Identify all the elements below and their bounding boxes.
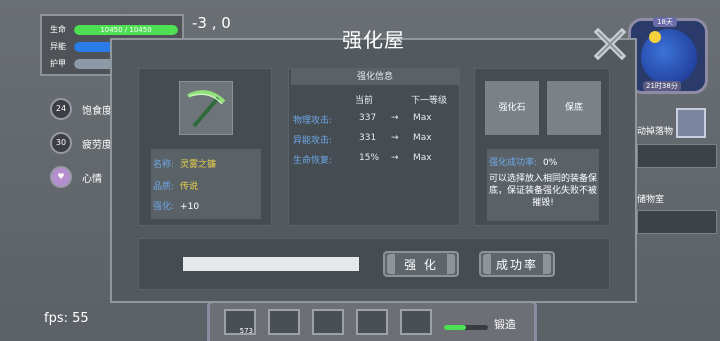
item-name-key: 名称: — [153, 160, 175, 170]
slot-count: 573 — [239, 327, 253, 335]
close-icon[interactable] — [592, 26, 628, 62]
hunger-label: 饱食度 — [82, 106, 112, 117]
enhance-stone-slot[interactable]: 强化石 — [485, 81, 539, 135]
fatigue-icon: 30 — [50, 132, 72, 154]
item-name-row: 名称: 灵雾之镰 — [153, 157, 216, 170]
enhance-dialog: 强化屋 名称: 灵雾之镰 品质: 传说 强化: +10 强化信息 当前 下一等级 物理… — [110, 28, 637, 303]
stat-key: 生命恢复: — [293, 156, 333, 166]
armor-label: 护甲 — [50, 59, 66, 68]
hotbar-green-bar — [444, 325, 488, 330]
day-counter: 18天 — [653, 17, 677, 27]
enhance-info-panel: 强化信息 当前 下一等级 物理攻击: 337 → Max 异能攻击: 331 →… — [288, 68, 460, 226]
mood-label: 心情 — [82, 174, 102, 185]
stat-current: 337 — [359, 113, 377, 123]
storage-slots[interactable] — [637, 210, 717, 234]
hotbar-slot-3[interactable] — [312, 309, 344, 335]
time-readout: 21时38分 — [643, 81, 681, 91]
enhance-progress-bar — [183, 257, 359, 271]
stat-row: 异能攻击: 331 → Max — [293, 133, 459, 147]
item-name: 灵雾之镰 — [180, 160, 217, 170]
drop-slots[interactable] — [637, 144, 717, 168]
item-quality: 传说 — [180, 182, 199, 192]
guarantee-slot[interactable]: 保底 — [547, 81, 601, 135]
hotbar-slot-2[interactable] — [268, 309, 300, 335]
stat-key: 异能攻击: — [293, 136, 333, 146]
stat-row: 生命恢复: 15% → Max — [293, 153, 459, 167]
forge-label[interactable]: 锻造 — [494, 316, 516, 332]
stat-next: Max — [413, 113, 432, 123]
scythe-icon[interactable] — [179, 81, 233, 135]
success-rate-key: 强化成功率: — [489, 158, 538, 168]
col-current: 当前 — [355, 96, 374, 106]
fps-counter: fps: 55 — [44, 311, 89, 326]
enhance-button[interactable]: 强 化 — [383, 251, 459, 277]
hunger-icon: 24 — [50, 98, 72, 120]
fatigue-label: 疲劳度 — [82, 140, 112, 151]
stat-next: Max — [413, 133, 432, 143]
hotbar-slot-5[interactable] — [400, 309, 432, 335]
stat-key: 物理攻击: — [293, 116, 333, 126]
item-info-panel: 名称: 灵雾之镰 品质: 传说 强化: +10 — [151, 149, 261, 219]
dialog-title: 强化屋 — [342, 28, 405, 52]
day-night-clock: 18天 21时38分 — [628, 17, 708, 94]
guarantee-note: 可以选择放入相同的装备保底，保证装备强化失败不被摧毁! — [489, 174, 598, 208]
equipment-panel: 名称: 灵雾之镰 品质: 传说 强化: +10 — [138, 68, 272, 226]
stat-next: Max — [413, 153, 432, 163]
materials-panel: 强化石 保底 强化成功率: 0% 可以选择放入相同的装备保底，保证装备强化失败不被… — [474, 68, 610, 226]
arrow-icon: → — [391, 113, 399, 123]
enhance-info-header: 强化信息 — [291, 69, 459, 85]
item-quality-row: 品质: 传说 — [153, 179, 198, 192]
item-enhance-level: +10 — [180, 202, 200, 212]
item-quality-key: 品质: — [153, 182, 175, 192]
energy-label: 异能 — [50, 42, 66, 51]
stat-row: 物理攻击: 337 → Max — [293, 113, 459, 127]
side-item-slot[interactable] — [676, 108, 706, 138]
success-rate-panel: 强化成功率: 0% 可以选择放入相同的装备保底，保证装备强化失败不被摧毁! — [487, 149, 599, 221]
success-rate-value: 0% — [543, 158, 558, 168]
hotbar-slot-1[interactable]: 573 — [224, 309, 256, 335]
success-rate-row: 强化成功率: 0% — [489, 155, 557, 168]
stat-current: 15% — [359, 153, 380, 163]
health-label: 生命 — [50, 25, 66, 34]
item-enhance-row: 强化: +10 — [153, 199, 199, 212]
hotbar: 573 锻造 — [207, 300, 537, 341]
item-enhance-key: 强化: — [153, 202, 175, 212]
action-panel: 强 化 成功率 — [138, 238, 610, 290]
hotbar-slot-4[interactable] — [356, 309, 388, 335]
arrow-icon: → — [391, 133, 399, 143]
storage-label: 储物室 — [637, 195, 665, 205]
col-next: 下一等级 — [411, 96, 448, 106]
heart-icon: ♥ — [50, 166, 72, 188]
success-rate-button[interactable]: 成功率 — [479, 251, 555, 277]
drop-label: 动掉落物 — [637, 127, 674, 137]
sun-icon — [649, 31, 661, 43]
stat-current: 331 — [359, 133, 377, 143]
arrow-icon: → — [391, 153, 399, 163]
